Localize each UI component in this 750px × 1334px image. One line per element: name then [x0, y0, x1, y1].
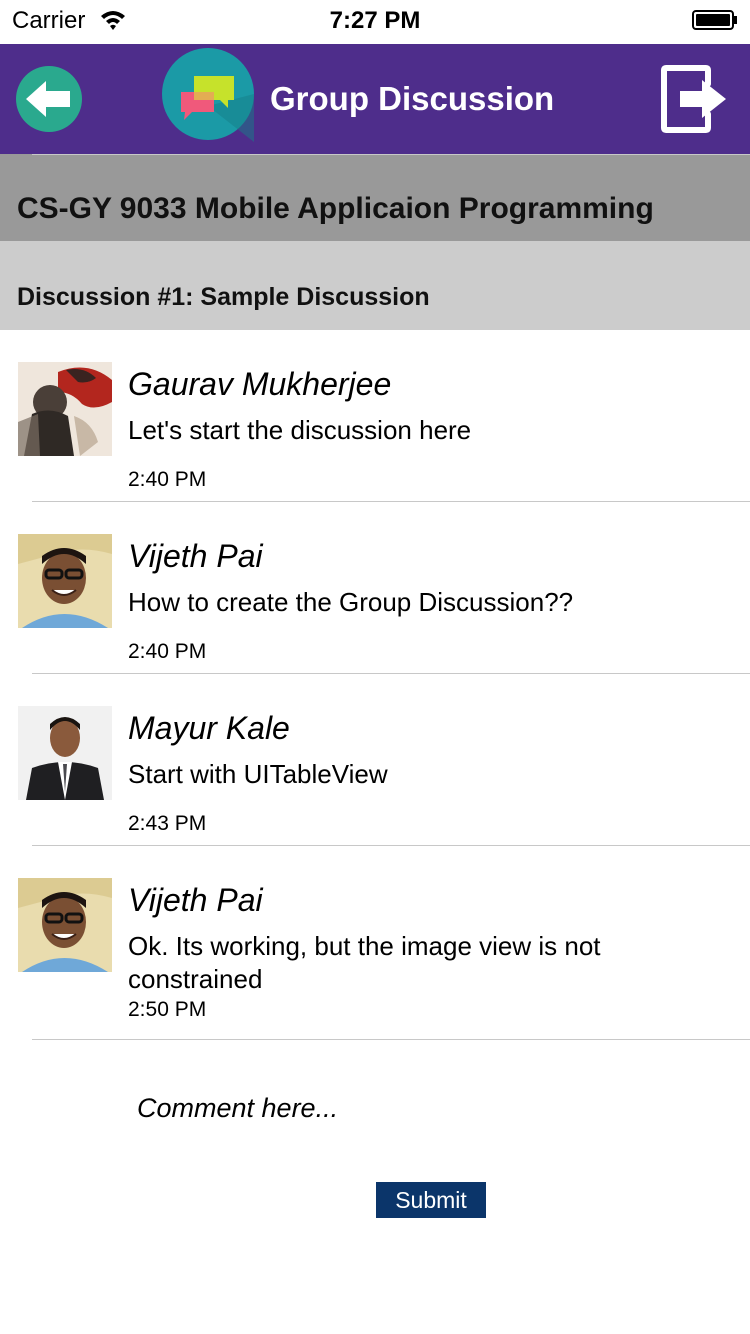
avatar-image [18, 706, 112, 800]
discussion-header: Discussion #1: Sample Discussion [0, 241, 750, 330]
message-text: How to create the Group Discussion?? [128, 587, 574, 617]
status-bar: Carrier 7:27 PM [0, 0, 750, 44]
avatar-image [18, 362, 112, 456]
message-row[interactable]: Gaurav Mukherjee Let's start the discuss… [0, 330, 750, 502]
course-title: CS-GY 9033 Mobile Applicaion Programming [17, 192, 654, 225]
message-author: Vijeth Pai [128, 882, 263, 918]
page-title: Group Discussion [270, 80, 555, 117]
back-arrow-icon [26, 81, 70, 117]
message-text: Ok. Its working, but the image view is n… [128, 931, 601, 994]
divider [32, 154, 750, 155]
battery-icon [692, 10, 737, 30]
logout-icon [661, 65, 726, 133]
submit-button[interactable]: Submit [376, 1182, 486, 1218]
message-time: 2:43 PM [128, 812, 207, 835]
avatar-image [18, 878, 112, 972]
message-text: Start with UITableView [128, 759, 388, 789]
discussion-title: Discussion #1: Sample Discussion [17, 283, 430, 311]
message-row[interactable]: Vijeth Pai Ok. Its working, but the imag… [0, 846, 750, 1040]
message-author: Gaurav Mukherjee [128, 366, 392, 402]
message-time: 2:40 PM [128, 640, 207, 663]
nav-bar: Group Discussion [0, 44, 750, 154]
row-divider [32, 1039, 750, 1040]
message-author: Mayur Kale [128, 710, 290, 746]
message-text: Let's start the discussion here [128, 415, 472, 445]
back-button[interactable] [16, 66, 82, 132]
message-time: 2:50 PM [128, 998, 207, 1021]
message-time: 2:40 PM [128, 468, 207, 491]
comment-input[interactable] [137, 1090, 697, 1126]
avatar-image [18, 534, 112, 628]
logout-button[interactable] [660, 64, 728, 134]
message-author: Vijeth Pai [128, 538, 263, 574]
course-header: CS-GY 9033 Mobile Applicaion Programming [0, 154, 750, 241]
message-row[interactable]: Mayur Kale Start with UITableView 2:43 P… [0, 674, 750, 846]
chat-bubbles-icon [162, 48, 254, 142]
status-time: 7:27 PM [329, 7, 421, 34]
message-row[interactable]: Vijeth Pai How to create the Group Discu… [0, 502, 750, 674]
